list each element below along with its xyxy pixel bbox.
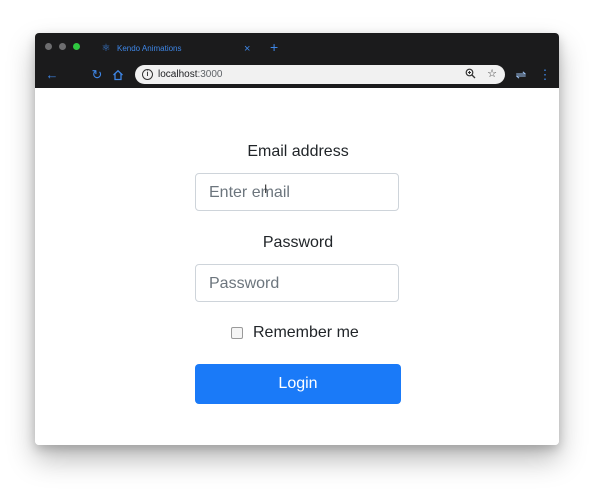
- url-host: localhost: [158, 69, 198, 80]
- email-placeholder: Enter email: [209, 184, 290, 201]
- login-button[interactable]: Login: [195, 364, 401, 404]
- tab-bar: ⚛ Kendo Animations × +: [35, 33, 559, 61]
- remember-me-checkbox[interactable]: [231, 327, 243, 339]
- close-window-button[interactable]: [45, 43, 52, 50]
- info-icon[interactable]: i: [142, 69, 153, 80]
- password-placeholder: Password: [209, 275, 280, 292]
- url-text: localhost:3000: [158, 68, 223, 81]
- bookmark-star-icon[interactable]: ☆: [485, 67, 499, 81]
- close-tab-icon[interactable]: ×: [244, 42, 250, 56]
- new-tab-icon[interactable]: +: [270, 39, 278, 55]
- browser-tab[interactable]: ⚛ Kendo Animations ×: [92, 39, 262, 61]
- extension-icon[interactable]: ⇌: [513, 67, 529, 83]
- email-field[interactable]: Enter email I: [195, 173, 399, 211]
- react-atom-icon: ⚛: [101, 43, 111, 54]
- menu-icon[interactable]: ⋮: [537, 67, 553, 83]
- remember-me-row: Remember me: [231, 323, 381, 343]
- password-field[interactable]: Password: [195, 264, 399, 302]
- minimize-window-button[interactable]: [59, 43, 66, 50]
- zoom-icon[interactable]: [463, 67, 477, 81]
- back-icon[interactable]: ←: [44, 67, 60, 83]
- text-cursor-icon: I: [264, 182, 268, 196]
- browser-window: ⚛ Kendo Animations × + ← ↻ i localhost:3…: [35, 33, 559, 445]
- address-bar[interactable]: i localhost:3000 ☆: [135, 65, 505, 84]
- browser-toolbar: ← ↻ i localhost:3000 ☆ ⇌ ⋮: [35, 61, 559, 88]
- email-label: Email address: [247, 143, 349, 160]
- password-label: Password: [262, 234, 334, 251]
- reload-icon[interactable]: ↻: [89, 67, 105, 83]
- maximize-window-button[interactable]: [73, 43, 80, 50]
- page-content: Email address Enter email I Password Pas…: [35, 88, 559, 445]
- url-port: :3000: [197, 69, 223, 80]
- home-icon[interactable]: [110, 67, 126, 83]
- tab-title: Kendo Animations: [117, 44, 182, 53]
- remember-me-label[interactable]: Remember me: [253, 323, 359, 343]
